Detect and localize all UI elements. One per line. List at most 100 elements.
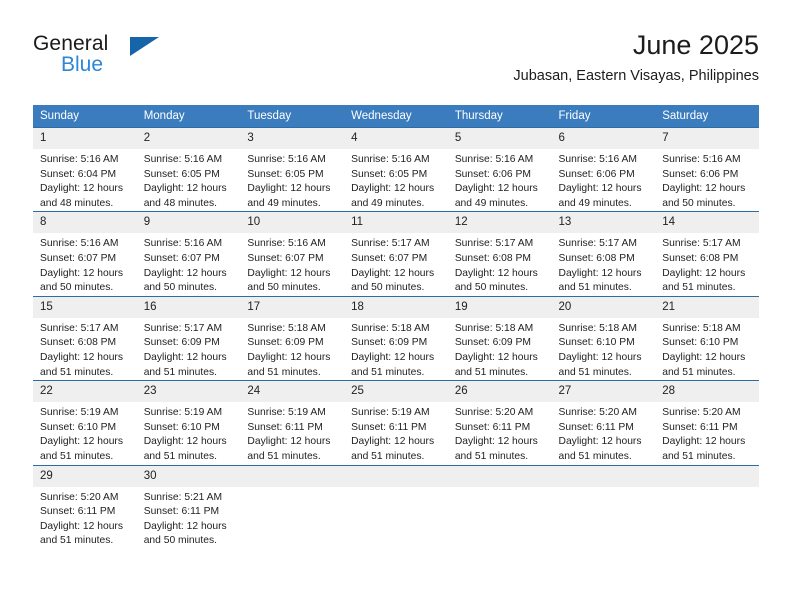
day-details: Sunrise: 5:17 AM Sunset: 6:08 PM Daylight:… [655,233,759,295]
day-details: Sunrise: 5:17 AM Sunset: 6:07 PM Daylight:… [344,233,448,295]
sunset-time: Sunset: 6:10 PM [558,337,635,349]
sunset-time: Sunset: 6:10 PM [662,337,739,349]
calendar-day-cell[interactable]: 27 Sunrise: 5:20 AM Sunset: 6:11 PM Dayligh… [551,380,656,465]
daylight-duration: Daylight: 12 hours and 51 minutes. [40,436,123,462]
calendar-day-cell[interactable]: 9 Sunrise: 5:16 AM Sunset: 6:07 PM Daylight… [136,211,241,297]
calendar-day-cell[interactable]: 18 Sunrise: 5:18 AM Sunset: 6:09 PM Dayligh… [344,295,448,381]
calendar-day-cell[interactable]: 16 Sunrise: 5:17 AM Sunset: 6:09 PM Dayligh… [136,295,241,381]
day-number: 30 [136,465,241,487]
day-details: Sunrise: 5:16 AM Sunset: 6:05 PM Daylight:… [344,149,448,211]
calendar-day-cell[interactable]: 29 Sunrise: 5:20 AM Sunset: 6:11 PM Dayligh… [33,464,137,549]
day-details: Sunrise: 5:16 AM Sunset: 6:07 PM Daylight:… [240,233,344,295]
calendar-day-cell[interactable]: 26 Sunrise: 5:20 AM Sunset: 6:11 PM Dayligh… [447,380,552,465]
day-number: 10 [240,212,345,234]
day-number: 4 [344,128,448,149]
calendar-day-cell[interactable]: 7 Sunrise: 5:16 AM Sunset: 6:06 PM Daylight… [655,126,759,212]
calendar-day-cell[interactable]: 5 Sunrise: 5:16 AM Sunset: 6:06 PM Daylight… [447,126,552,212]
day-number: 17 [240,296,345,318]
sunrise-time: Sunrise: 5:20 AM [558,407,637,419]
calendar-day-cell[interactable]: 12 Sunrise: 5:17 AM Sunset: 6:08 PM Dayligh… [447,211,552,297]
calendar-day-cell[interactable]: 11 Sunrise: 5:17 AM Sunset: 6:07 PM Dayligh… [344,211,448,297]
calendar-day-cell[interactable]: 30 Sunrise: 5:21 AM Sunset: 6:11 PM Dayligh… [136,464,241,549]
daylight-duration: Daylight: 12 hours and 49 minutes. [558,183,642,209]
sunset-time: Sunset: 6:11 PM [40,506,116,518]
day-details: Sunrise: 5:19 AM Sunset: 6:10 PM Daylight:… [33,402,137,464]
day-details: Sunrise: 5:18 AM Sunset: 6:10 PM Daylight:… [655,318,759,380]
calendar-body: 1 Sunrise: 5:16 AM Sunset: 6:04 PM Daylight… [33,126,759,549]
day-number: 21 [655,296,759,318]
calendar-day-cell[interactable]: 2 Sunrise: 5:16 AM Sunset: 6:05 PM Daylight… [136,126,241,212]
day-number: 14 [655,212,759,234]
sunset-time: Sunset: 6:07 PM [40,252,117,264]
calendar-day-cell[interactable]: 13 Sunrise: 5:17 AM Sunset: 6:08 PM Dayligh… [551,211,656,297]
day-details: Sunrise: 5:16 AM Sunset: 6:05 PM Daylight:… [240,149,344,211]
calendar-day-cell[interactable]: 28 Sunrise: 5:20 AM Sunset: 6:11 PM Dayligh… [655,380,759,465]
day-number: 29 [33,465,137,487]
sunset-time: Sunset: 6:08 PM [662,252,739,264]
sunset-time: Sunset: 6:08 PM [40,337,117,349]
sunset-time: Sunset: 6:06 PM [662,168,739,180]
general-blue-logo[interactable]: General Blue [33,32,163,84]
day-details: Sunrise: 5:16 AM Sunset: 6:05 PM Daylight:… [137,149,241,211]
calendar-empty-cell [447,464,552,549]
daylight-duration: Daylight: 12 hours and 50 minutes. [351,267,435,294]
sunrise-time: Sunrise: 5:16 AM [662,154,741,165]
sunrise-time: Sunrise: 5:18 AM [558,322,637,334]
weekday-header-tuesday: Tuesday [240,105,345,128]
day-details: Sunrise: 5:19 AM Sunset: 6:11 PM Daylight:… [240,402,344,464]
sunrise-time: Sunrise: 5:16 AM [454,154,534,165]
calendar-day-cell[interactable]: 23 Sunrise: 5:19 AM Sunset: 6:10 PM Dayligh… [136,380,241,465]
sunrise-time: Sunrise: 5:17 AM [662,238,741,250]
calendar-day-cell[interactable]: 4 Sunrise: 5:16 AM Sunset: 6:05 PM Daylight… [344,126,448,212]
calendar-day-cell[interactable]: 24 Sunrise: 5:19 AM Sunset: 6:11 PM Dayligh… [240,380,345,465]
daylight-duration: Daylight: 12 hours and 51 minutes. [40,520,123,547]
day-number: 13 [551,212,656,234]
day-number-placeholder [551,465,656,487]
weekday-header-sunday: Sunday [33,105,137,128]
calendar-day-cell[interactable]: 19 Sunrise: 5:18 AM Sunset: 6:09 PM Dayligh… [447,295,552,381]
calendar-day-cell[interactable]: 20 Sunrise: 5:18 AM Sunset: 6:10 PM Dayligh… [551,295,656,381]
calendar-day-cell[interactable]: 25 Sunrise: 5:19 AM Sunset: 6:11 PM Dayligh… [344,380,448,465]
daylight-duration: Daylight: 12 hours and 48 minutes. [143,183,227,209]
day-number: 23 [136,381,241,403]
calendar-day-cell[interactable]: 6 Sunrise: 5:16 AM Sunset: 6:06 PM Daylight… [551,126,656,212]
day-number: 7 [655,128,759,149]
sunset-time: Sunset: 6:07 PM [143,252,220,264]
day-details: Sunrise: 5:17 AM Sunset: 6:08 PM Daylight:… [552,233,656,295]
daylight-duration: Daylight: 12 hours and 50 minutes. [662,183,746,209]
calendar-day-cell[interactable]: 8 Sunrise: 5:16 AM Sunset: 6:07 PM Daylight… [33,211,137,297]
sunset-time: Sunset: 6:08 PM [558,252,635,264]
calendar-day-cell[interactable]: 17 Sunrise: 5:18 AM Sunset: 6:09 PM Dayligh… [240,295,345,381]
daylight-duration: Daylight: 12 hours and 49 minutes. [454,183,538,209]
calendar-empty-cell [551,464,656,549]
weekday-header-friday: Friday [551,105,656,128]
calendar-day-cell[interactable]: 14 Sunrise: 5:17 AM Sunset: 6:08 PM Dayligh… [655,211,759,297]
sunset-time: Sunset: 6:06 PM [454,168,531,180]
day-number: 6 [551,128,656,149]
sunset-time: Sunset: 6:09 PM [454,337,531,349]
calendar-header-row: Sunday Monday Tuesday Wednesday Thursday Frid… [33,105,759,128]
calendar-day-cell[interactable]: 3 Sunrise: 5:16 AM Sunset: 6:05 PM Daylight… [240,126,345,212]
sunrise-time: Sunrise: 5:16 AM [40,238,119,250]
day-details: Sunrise: 5:18 AM Sunset: 6:09 PM Daylight:… [448,318,552,380]
day-details: Sunrise: 5:16 AM Sunset: 6:06 PM Daylight:… [448,149,552,211]
calendar-day-cell[interactable]: 15 Sunrise: 5:17 AM Sunset: 6:08 PM Dayligh… [33,295,137,381]
sunrise-time: Sunrise: 5:16 AM [247,154,326,165]
sunset-time: Sunset: 6:11 PM [454,421,531,433]
calendar-week-row: 1 Sunrise: 5:16 AM Sunset: 6:04 PM Daylight… [33,126,759,212]
day-number: 3 [240,128,345,149]
day-details: Sunrise: 5:18 AM Sunset: 6:10 PM Daylight:… [552,318,656,380]
day-details: Sunrise: 5:20 AM Sunset: 6:11 PM Daylight:… [448,402,552,464]
daylight-duration: Daylight: 12 hours and 51 minutes. [247,436,331,462]
calendar-day-cell[interactable]: 22 Sunrise: 5:19 AM Sunset: 6:10 PM Dayligh… [33,380,137,465]
day-number: 1 [33,128,137,149]
day-number: 19 [447,296,552,318]
daylight-duration: Daylight: 12 hours and 48 minutes. [40,183,123,209]
page-subtitle: Jubasan, Eastern Visayas, Philippines [513,68,759,84]
calendar-day-cell[interactable]: 10 Sunrise: 5:16 AM Sunset: 6:07 PM Dayligh… [240,211,345,297]
calendar-day-cell[interactable]: 1 Sunrise: 5:16 AM Sunset: 6:04 PM Daylight… [33,126,137,212]
calendar-day-cell[interactable]: 21 Sunrise: 5:18 AM Sunset: 6:10 PM Dayligh… [655,295,759,381]
calendar-week-row: 22 Sunrise: 5:19 AM Sunset: 6:10 PM Dayligh… [33,380,759,465]
calendar-page: General Blue June 2025 Jubasan, Eastern … [0,0,792,612]
day-number: 12 [447,212,552,234]
